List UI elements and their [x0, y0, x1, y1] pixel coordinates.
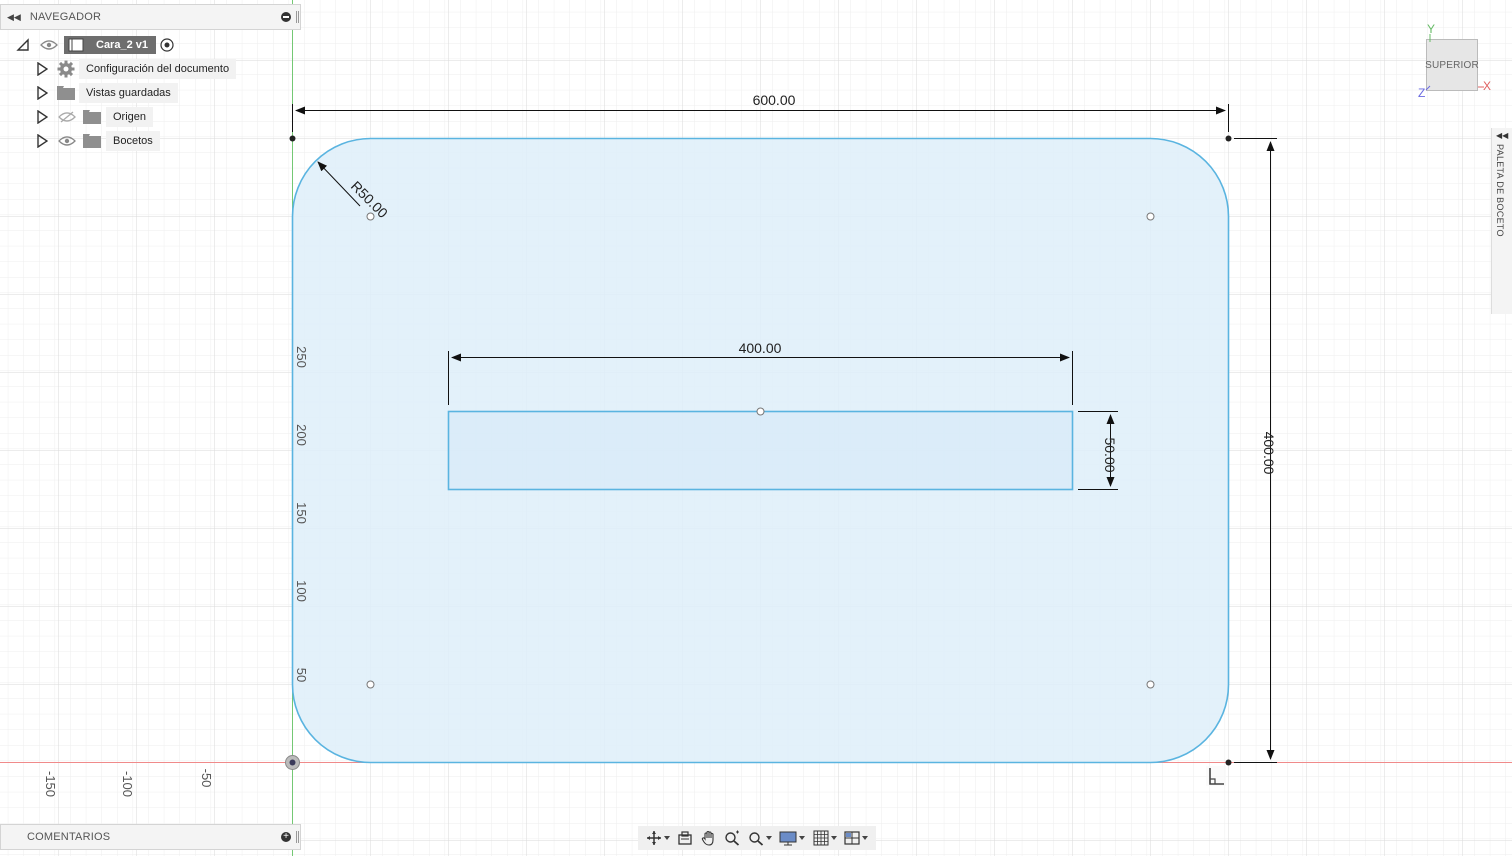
navigator-title: NAVEGADOR [29, 11, 102, 23]
corner-point[interactable] [1225, 759, 1232, 766]
sketch-canvas[interactable]: 600.00 400.00 R50.00 400.00 50.00 250 20… [0, 0, 1512, 856]
ruler-label: 200 [294, 424, 309, 446]
folder-icon [83, 134, 101, 148]
zoom-icon [725, 830, 740, 846]
expand-triangle-icon[interactable] [36, 62, 48, 76]
sketch-palette-title: PALETA DE BOCETO [1495, 144, 1505, 237]
corner-point[interactable] [1225, 135, 1232, 142]
comments-panel[interactable]: COMENTARIOS + [0, 824, 301, 850]
nav-item-label: Configuración del documento [79, 59, 237, 79]
viewports-tool[interactable] [844, 828, 869, 848]
expand-triangle-icon[interactable] [36, 86, 48, 100]
add-comment-icon[interactable]: + [281, 832, 291, 842]
ruler-label: 150 [294, 502, 309, 524]
nav-item-label: Origen [106, 107, 154, 127]
zoom-tool[interactable] [724, 828, 740, 848]
panel-grip-icon[interactable] [296, 831, 299, 843]
expand-palette-icon[interactable]: ◀◀ [1496, 131, 1508, 140]
zoom-window-icon [749, 832, 763, 846]
document-name: Cara_2 v1 [96, 39, 148, 51]
expand-triangle-icon[interactable] [36, 134, 48, 148]
grid-settings-tool[interactable] [813, 828, 837, 848]
nav-item-origin[interactable]: Origen [36, 107, 154, 127]
arc-center-point[interactable] [1146, 212, 1155, 221]
nav-item-saved-views[interactable]: Vistas guardadas [36, 83, 178, 103]
nav-item-label: Bocetos [106, 131, 160, 151]
orbit-tool[interactable] [646, 828, 670, 848]
viewcube-axes [1425, 34, 1484, 91]
panel-grip-icon[interactable] [296, 11, 299, 23]
nav-item-document-settings[interactable]: Configuración del documento [36, 59, 237, 79]
ruler-label: -150 [43, 771, 58, 797]
grid-icon [813, 830, 829, 846]
pan-tool[interactable] [701, 828, 717, 848]
slot-profile[interactable] [447, 410, 1074, 491]
folder-icon [57, 86, 75, 100]
eye-icon[interactable] [40, 39, 58, 51]
slot-midpoint[interactable] [756, 407, 765, 416]
look-at-icon [678, 831, 692, 845]
collapse-left-icon[interactable]: ◀◀ [7, 12, 21, 23]
expanded-triangle-icon[interactable] [16, 38, 30, 52]
ruler-label: 50 [294, 668, 309, 682]
corner-point[interactable] [289, 135, 296, 142]
eye-hidden-icon[interactable] [58, 111, 76, 123]
comments-title: COMENTARIOS [27, 831, 111, 843]
pan-hand-icon [701, 830, 714, 846]
look-at-tool[interactable] [677, 828, 693, 848]
minimize-icon[interactable] [281, 12, 291, 22]
sketch-palette-tab[interactable]: ◀◀ PALETA DE BOCETO [1491, 128, 1512, 314]
ruler-label: -50 [199, 769, 214, 788]
display-settings-icon [779, 831, 797, 846]
arc-center-point[interactable] [1146, 680, 1155, 689]
perpendicular-constraint-icon[interactable] [1206, 766, 1226, 786]
component-icon [68, 38, 84, 52]
dimension-slot-width-text[interactable]: 400.00 [739, 340, 782, 356]
viewports-icon [844, 831, 860, 845]
dimension-outer-height-text[interactable]: 400.00 [1261, 432, 1277, 475]
nav-item-label: Vistas guardadas [79, 83, 178, 103]
origin-point-center [289, 759, 296, 766]
display-settings-tool[interactable] [779, 828, 806, 848]
dimension-outer-width-text[interactable]: 600.00 [753, 92, 796, 108]
document-label[interactable]: Cara_2 v1 [64, 36, 156, 54]
nav-item-sketches[interactable]: Bocetos [36, 131, 160, 151]
ruler-label: -100 [120, 771, 135, 797]
ruler-label: 100 [294, 580, 309, 602]
activate-radio-icon[interactable] [160, 38, 174, 52]
expand-triangle-icon[interactable] [36, 110, 48, 124]
arc-center-point[interactable] [366, 680, 375, 689]
dimension-slot-height-text[interactable]: 50.00 [1102, 437, 1118, 472]
gear-icon [57, 60, 75, 78]
navigation-toolbar [638, 826, 876, 850]
folder-icon [83, 110, 101, 124]
ruler-label: 250 [294, 346, 309, 368]
eye-icon[interactable] [58, 135, 76, 147]
fit-tool[interactable] [748, 828, 772, 848]
document-row[interactable]: Cara_2 v1 [16, 35, 174, 55]
navigator-header[interactable]: ◀◀ NAVEGADOR [0, 4, 301, 30]
orbit-icon [646, 831, 661, 845]
